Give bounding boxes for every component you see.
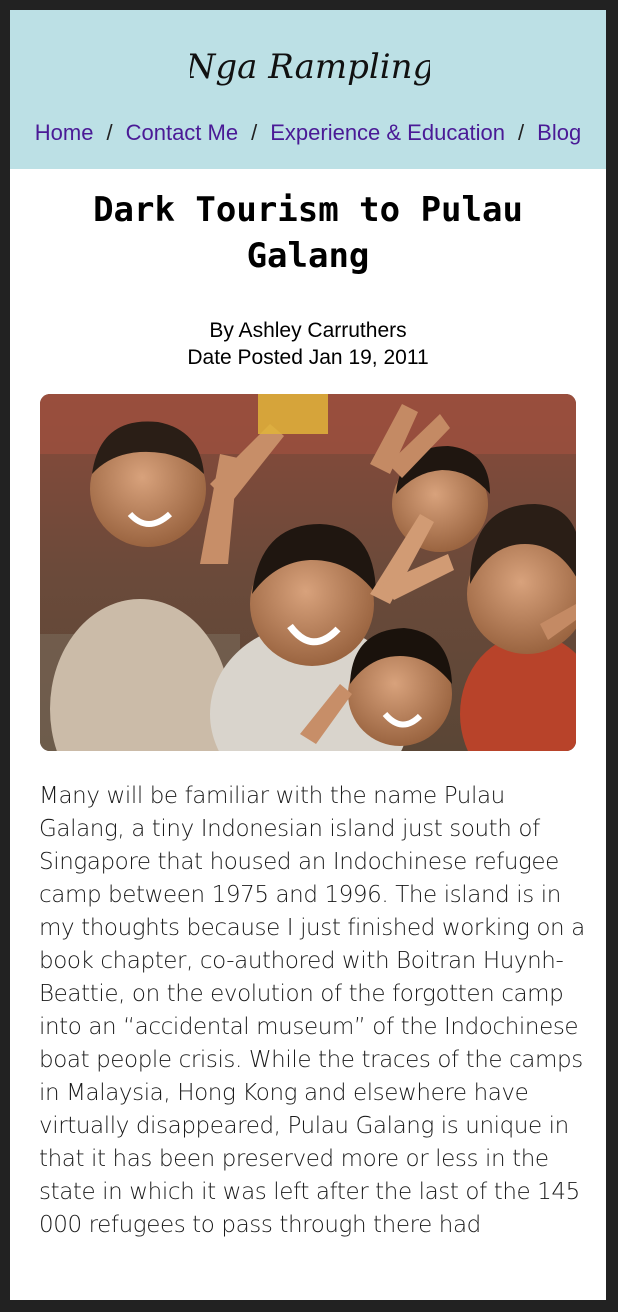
nav-blog-link[interactable]: Blog (537, 120, 581, 146)
article-meta: By Ashley Carruthers Date Posted Jan 19,… (30, 317, 586, 371)
nav-experience-link[interactable]: Experience & Education (270, 120, 505, 146)
logo-text: Nga Rampling (190, 47, 430, 87)
article-body: Many will be familiar with the name Pula… (39, 783, 585, 1238)
nav-contact-link[interactable]: Contact Me (126, 120, 239, 146)
children-photo (40, 394, 576, 751)
nav-home-link[interactable]: Home (35, 120, 94, 146)
article-image (40, 394, 576, 751)
article-title: Dark Tourism to Pulau Galang (93, 190, 523, 276)
page: Nga Rampling Home / Contact Me / Experie… (10, 10, 606, 1300)
author-line: By Ashley Carruthers (209, 319, 407, 342)
site-logo[interactable]: Nga Rampling (190, 30, 430, 100)
main-nav: Home / Contact Me / Experience & Educati… (10, 118, 606, 148)
site-header: Nga Rampling Home / Contact Me / Experie… (10, 10, 606, 169)
date-line: Date Posted Jan 19, 2011 (187, 346, 429, 369)
nav-separator: / (518, 120, 525, 145)
nav-separator: / (106, 120, 113, 145)
nav-separator: / (251, 120, 258, 145)
